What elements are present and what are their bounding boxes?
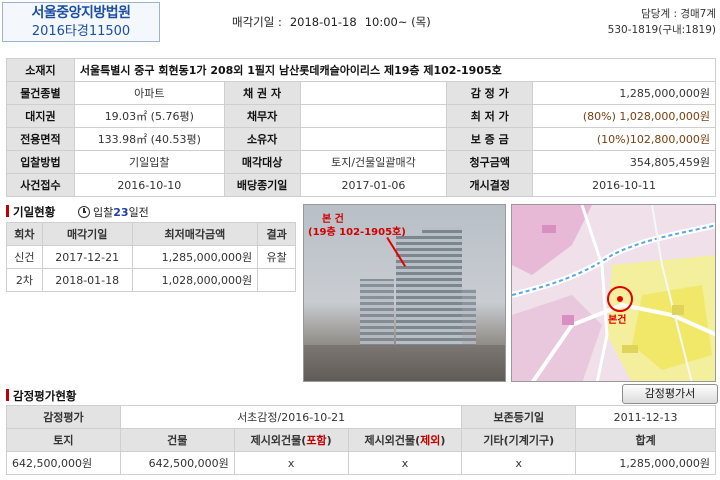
photo-caption: 본 건 (19층 102-1905호) [308, 213, 406, 239]
sale-date-line: 매각기일 : 2018-01-18 10:00~ (목) [232, 14, 439, 30]
bid-header-result: 결과 [257, 222, 296, 246]
bid-price: 1,285,000,000원 [131, 245, 259, 269]
sale-date-label: 매각기일 : [232, 15, 282, 29]
land-right-label: 대지권 [6, 104, 75, 128]
table-row: 2차 2018-01-18 1,028,000,000원 [6, 268, 296, 292]
other-amount: x [461, 451, 577, 475]
bid-date: 2018-01-18 [41, 268, 133, 292]
deposit-label: 보 증 금 [446, 127, 534, 151]
appraisal-report-button[interactable]: 감정평가서 [622, 384, 718, 404]
appraisal-title: 감정평가현황 [6, 388, 76, 404]
bid-date: 2017-12-21 [41, 245, 133, 269]
claim-label: 청구금액 [446, 150, 534, 174]
clock-icon [78, 206, 90, 218]
days-until-bid: 입찰23일전 [78, 204, 149, 220]
manager-team: 담당계 : 경매7계 [641, 8, 716, 20]
bid-header-price: 최저매각금액 [131, 222, 259, 246]
photo-caption-title: 본 건 [322, 214, 344, 225]
agency-label: 감정평가 [6, 405, 121, 429]
agency-value: 서초감정/2016-10-21 [119, 405, 463, 429]
sale-target-value: 토지/건물일괄매각 [299, 150, 448, 174]
section-marker [6, 205, 9, 217]
received-value: 2016-10-10 [73, 173, 225, 197]
col-extra-excluded: 제시외건물(제외) [347, 428, 463, 452]
minimum-price-pct: (80%) [582, 110, 616, 123]
photo-caption-unit: (19층 102-1905호) [308, 227, 406, 238]
sale-time: 10:00~ (목) [364, 15, 431, 29]
creditor-label: 채 권 자 [223, 81, 301, 105]
appraisal-price-label: 감 정 가 [446, 81, 534, 105]
location-map[interactable]: 본건 [511, 204, 716, 382]
bid-result: 유찰 [257, 245, 296, 269]
address-label: 소재지 [6, 58, 75, 82]
deposit-value: (10%)102,800,000원 [532, 127, 716, 151]
court-name: 서울중앙지방법원 [31, 5, 131, 21]
debtor-label: 채무자 [223, 104, 301, 128]
creditor-value [299, 81, 448, 105]
minimum-price-amount: 1,028,000,000원 [619, 110, 710, 123]
building-photo[interactable]: 본 건 (19층 102-1905호) [303, 204, 506, 382]
minimum-price-label: 최 저 가 [446, 104, 534, 128]
header: 서울중앙지방법원 2016타경11500 매각기일 : 2018-01-18 10:… [0, 0, 720, 44]
extra-included-amount: x [233, 451, 349, 475]
dividend-label: 배당종기일 [223, 173, 301, 197]
owner-label: 소유자 [223, 127, 301, 151]
included-label: 포함 [306, 434, 327, 447]
bid-result [257, 268, 296, 292]
map-graphic [512, 205, 715, 381]
bid-price: 1,028,000,000원 [131, 268, 259, 292]
type-value: 아파트 [73, 81, 225, 105]
col-land: 토지 [6, 428, 121, 452]
appraisal-table: 감정평가 서초감정/2016-10-21 보존등기일 2011-12-13 토지… [6, 405, 716, 475]
bid-header-date: 매각기일 [41, 222, 133, 246]
area-label: 전용면적 [6, 127, 75, 151]
start-label: 개시결정 [446, 173, 534, 197]
sale-date: 2018-01-18 [289, 15, 357, 29]
bidding-table: 회차 매각기일 최저매각금액 결과 신건 2017-12-21 1,285,00… [6, 222, 296, 292]
claim-value: 354,805,459원 [532, 150, 716, 174]
dividend-value: 2017-01-06 [299, 173, 448, 197]
property-info-table: 소재지 서울특별시 중구 회현동1가 208외 1필지 남산롯데캐슬아이리스 제… [6, 58, 717, 197]
manager-info: 담당계 : 경매7계 530-1819(구내:1819) [608, 6, 716, 38]
type-label: 물건종별 [6, 81, 75, 105]
section-marker [6, 389, 9, 401]
address-value: 서울특별시 중구 회현동1가 208외 1필지 남산롯데캐슬아이리스 제19층 … [73, 58, 717, 82]
total-amount: 1,285,000,000원 [575, 451, 716, 475]
retention-label: 보존등기일 [461, 405, 577, 429]
sale-target-label: 매각대상 [223, 150, 301, 174]
minimum-price-value: (80%) 1,028,000,000원 [532, 104, 716, 128]
debtor-value [299, 104, 448, 128]
today-suffix: 일전 [128, 206, 149, 219]
map-marker-label: 본건 [608, 315, 627, 326]
court-box: 서울중앙지방법원 2016타경11500 [2, 2, 160, 42]
bid-round: 2차 [6, 268, 43, 292]
col-extra-included: 제시외건물(포함) [233, 428, 349, 452]
area-value: 133.98㎡ (40.53평) [73, 127, 225, 151]
appraisal-price-value: 1,285,000,000원 [532, 81, 716, 105]
land-right-value: 19.03㎡ (5.76평) [73, 104, 225, 128]
building-amount: 642,500,000원 [119, 451, 235, 475]
land-amount: 642,500,000원 [6, 451, 121, 475]
table-row: 신건 2017-12-21 1,285,000,000원 유찰 [6, 245, 296, 269]
manager-phone: 530-1819(구내:1819) [607, 24, 716, 36]
bid-method-label: 입찰방법 [6, 150, 75, 174]
col-total: 합계 [575, 428, 716, 452]
today-prefix: 입찰 [93, 206, 114, 219]
col-other: 기타(기계기구) [461, 428, 577, 452]
excluded-label: 제외 [420, 434, 441, 447]
bid-method-value: 기일입찰 [73, 150, 225, 174]
bid-round: 신건 [6, 245, 43, 269]
col-building: 건물 [119, 428, 235, 452]
case-number: 2016타경11500 [31, 24, 131, 39]
start-value: 2016-10-11 [532, 173, 716, 197]
table-row: 642,500,000원 642,500,000원 x x x 1,285,00… [6, 451, 716, 475]
bid-header-round: 회차 [6, 222, 43, 246]
received-label: 사건접수 [6, 173, 75, 197]
retention-value: 2011-12-13 [575, 405, 716, 429]
today-days: 23 [113, 206, 129, 219]
extra-excluded-amount: x [347, 451, 463, 475]
bidding-title: 기일현황 [6, 204, 55, 220]
street-level [304, 345, 505, 381]
owner-value [299, 127, 448, 151]
